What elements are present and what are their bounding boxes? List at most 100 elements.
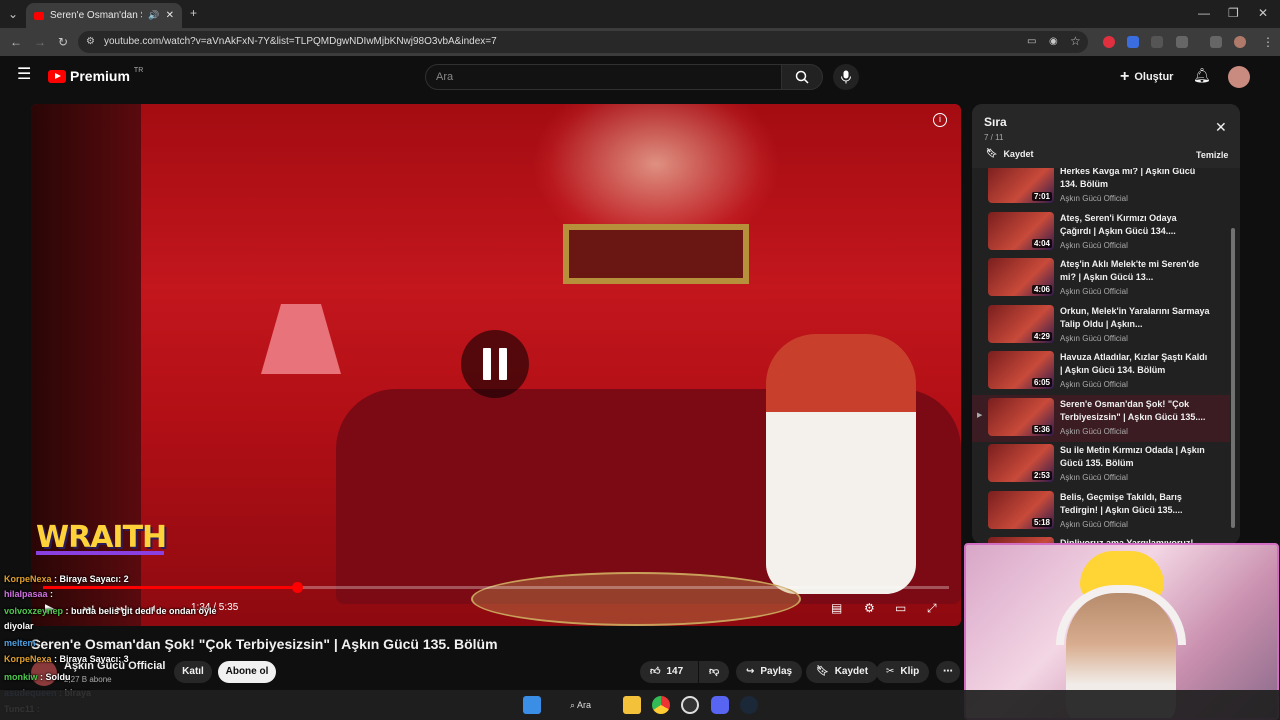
playlist-scrollbar[interactable]	[1230, 168, 1236, 544]
tab-close-icon[interactable]: ✕	[166, 10, 174, 21]
video-duration: 5:18	[1031, 517, 1052, 527]
taskbar-search[interactable]: ⌕ Ara	[560, 696, 608, 714]
chat-text: :	[38, 638, 42, 648]
video-duration: 4:29	[1031, 331, 1052, 341]
dislike-button[interactable]: 👎︎	[699, 661, 729, 683]
scene-person	[766, 334, 916, 594]
eye-off-icon[interactable]: ◉	[1049, 35, 1058, 49]
playlist-item[interactable]: ▶ 5:36 Seren'e Osman'dan Şok! "Çok Terbiye…	[972, 394, 1230, 442]
clip-label: Klip	[900, 666, 920, 677]
obs-icon[interactable]	[681, 696, 699, 714]
playlist-item-title: Belis, Geçmişe Takıldı, Barış Tedirgin! …	[1060, 491, 1183, 515]
info-icon[interactable]: i	[933, 113, 947, 127]
chrome-icon[interactable]	[652, 696, 670, 714]
playlist-item-title: Seren'e Osman'dan Şok! "Çok Terbiyesizsi…	[1060, 398, 1206, 422]
like-count: 147	[666, 666, 684, 677]
playlist-thumbnail: 6:05	[988, 351, 1054, 389]
tab-title: Seren'e Osman'dan Şok! "Ç	[50, 10, 142, 21]
cast-icon[interactable]: ▭	[1027, 35, 1036, 49]
close-playlist-icon[interactable]: ✕	[1215, 119, 1227, 136]
scene-table	[471, 572, 801, 626]
extension-red-icon[interactable]	[1103, 36, 1115, 48]
restore-icon[interactable]: ❐	[1228, 6, 1239, 20]
progress-scrubber[interactable]	[291, 582, 303, 593]
playlist-item-channel: Aşkın Gücü Official	[1060, 333, 1128, 343]
playlist-save-button[interactable]: 🔖︎ Kaydet	[986, 148, 1033, 159]
voice-search-button[interactable]	[833, 64, 859, 90]
create-button[interactable]: + Oluştur	[1120, 68, 1173, 86]
theater-mode-icon[interactable]: ▭	[895, 601, 906, 615]
playlist-item-title: Su ile Metin Kırmızı Odada | Aşkın Gücü …	[1060, 445, 1205, 468]
fullscreen-icon[interactable]: ⤢	[927, 601, 937, 616]
file-explorer-icon[interactable]	[623, 696, 641, 714]
save-button[interactable]: 🔖︎ Kaydet	[806, 661, 879, 683]
clip-button[interactable]: ✂ Klip	[876, 661, 930, 683]
playlist-item[interactable]: 7:01 Herkes Kavga mı? | Aşkın Gücü 134. B…	[972, 168, 1230, 209]
like-button[interactable]: 👍︎ 147	[640, 661, 698, 683]
new-tab-icon[interactable]: +	[190, 6, 197, 20]
playlist-item[interactable]: 4:29 Orkun, Melek'in Yaralarını Sarmaya T…	[972, 302, 1230, 349]
tab-search-icon[interactable]: ⌄	[8, 7, 18, 21]
hamburger-menu-icon[interactable]: ☰	[17, 67, 31, 83]
media-control-icon[interactable]	[1210, 36, 1222, 48]
profile-avatar-icon[interactable]	[1234, 36, 1246, 48]
settings-gear-icon[interactable]: ⚙	[864, 601, 875, 615]
tab-audio-icon[interactable]: 🔊	[148, 10, 159, 21]
playlist-item[interactable]: 4:06 Ateş'in Aklı Melek'te mi Seren'de mi…	[972, 255, 1230, 302]
subtitles-icon[interactable]: ▤	[831, 601, 842, 615]
subscribe-button[interactable]: Abone ol	[218, 661, 276, 683]
youtube-logo[interactable]: Premium TR	[48, 67, 143, 84]
chat-username: meltem	[4, 638, 36, 648]
chat-message: KorpeNexa : Biraya Sayacı: 2	[4, 574, 129, 584]
site-info-icon[interactable]: ⚙	[86, 35, 95, 49]
video-duration: 5:36	[1031, 424, 1052, 434]
more-actions-button[interactable]: ⋯	[936, 661, 960, 683]
progress-bar[interactable]	[43, 582, 949, 593]
windows-start-icon[interactable]	[523, 696, 541, 714]
pause-overlay-icon[interactable]	[461, 330, 529, 398]
url-text: youtube.com/watch?v=aVnAkFxN-7Y&list=TLP…	[104, 36, 497, 47]
playlist-clear-button[interactable]: Temizle	[1196, 150, 1228, 160]
address-bar[interactable]: youtube.com/watch?v=aVnAkFxN-7Y&list=TLP…	[78, 31, 1088, 53]
video-duration: 4:06	[1031, 285, 1052, 294]
browser-tab-bar: ⌄ Seren'e Osman'dan Şok! "Ç 🔊 ✕ + — ❐ ✕	[0, 0, 1280, 28]
back-icon[interactable]: ←	[10, 35, 22, 49]
progress-fill	[43, 586, 297, 589]
close-window-icon[interactable]: ✕	[1258, 6, 1268, 20]
reload-icon[interactable]: ↻	[58, 35, 68, 49]
chat-username: monkiw	[4, 672, 38, 682]
playlist-item[interactable]: 4:04 Ateş, Seren'i Kırmızı Odaya Çağırdı …	[972, 209, 1230, 256]
search-input[interactable]: Ara	[425, 64, 782, 90]
join-button[interactable]: Katıl	[174, 661, 212, 683]
browser-tab[interactable]: Seren'e Osman'dan Şok! "Ç 🔊 ✕	[26, 3, 182, 28]
video-duration: 4:04	[1031, 238, 1052, 248]
account-avatar[interactable]	[1228, 66, 1250, 88]
playlist-thumbnail: 7:01	[988, 168, 1054, 203]
forward-icon[interactable]: →	[34, 35, 46, 49]
extensions-puzzle-icon[interactable]	[1176, 36, 1188, 48]
chat-message: volvoxzeynep : burda belis git dedi de o…	[4, 606, 217, 616]
minimize-icon[interactable]: —	[1198, 6, 1210, 20]
playlist-header: Sıra 7 / 11 ✕ 🔖︎ Kaydet Temizle	[972, 104, 1240, 168]
browser-menu-icon[interactable]: ⋮	[1262, 35, 1274, 49]
extension-blue-icon[interactable]	[1127, 36, 1139, 48]
search-button[interactable]	[781, 64, 823, 90]
extension-dark-icon[interactable]	[1151, 36, 1163, 48]
playlist-item-title: Herkes Kavga mı? | Aşkın Gücü 134. Bölüm	[1060, 168, 1196, 189]
video-title: Seren'e Osman'dan Şok! "Çok Terbiyesizsi…	[31, 636, 498, 652]
video-player[interactable]: i ▶ ⏭ ⏭ 🔈︎ 1:34 / 5:35 ▤ ⚙ ▭ ⤢	[31, 104, 961, 626]
bookmark-star-icon[interactable]: ☆	[1070, 34, 1081, 48]
playlist-panel: Sıra 7 / 11 ✕ 🔖︎ Kaydet Temizle 7:01 Herk…	[972, 104, 1240, 544]
playlist-item[interactable]: 2:53 Su ile Metin Kırmızı Odada | Aşkın G…	[972, 441, 1230, 488]
notifications-bell-icon[interactable]: 🔔︎	[1193, 67, 1211, 84]
chat-message: meltem :	[4, 638, 41, 648]
thumbs-up-icon: 👍︎	[650, 666, 661, 677]
steam-icon[interactable]	[740, 696, 758, 714]
playlist-item[interactable]: 5:18 Belis, Geçmişe Takıldı, Barış Tedirg…	[972, 488, 1230, 535]
playlist-item[interactable]: 6:05 Havuza Atladılar, Kızlar Şaştı Kaldı…	[972, 348, 1230, 395]
share-button[interactable]: ↪ Paylaş	[736, 661, 803, 683]
playlist-scroll-thumb[interactable]	[1231, 228, 1235, 528]
playlist-title: Sıra	[984, 115, 1007, 129]
discord-icon[interactable]	[711, 696, 729, 714]
playlist-position: 7 / 11	[984, 133, 1004, 142]
